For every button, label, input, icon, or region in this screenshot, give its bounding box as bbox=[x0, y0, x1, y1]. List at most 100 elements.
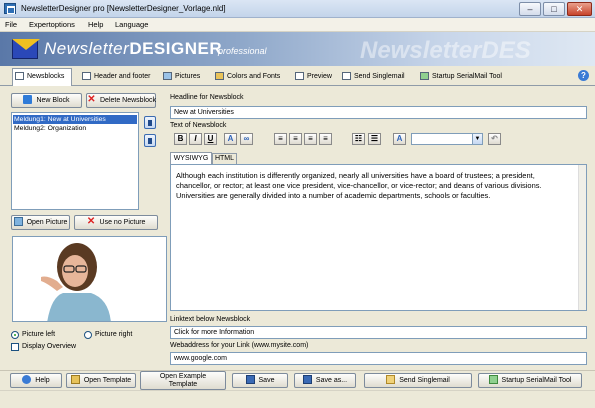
use-no-picture-button[interactable]: ✕ Use no Picture bbox=[74, 215, 158, 230]
plus-icon bbox=[23, 94, 33, 104]
button-label: Open Template bbox=[83, 377, 132, 384]
save-button[interactable]: Save bbox=[232, 373, 288, 388]
justify-icon[interactable]: ≡ bbox=[319, 133, 332, 145]
maximize-button[interactable]: □ bbox=[543, 2, 565, 16]
help-button[interactable]: Help bbox=[10, 373, 62, 388]
headline-input[interactable]: New at Universities bbox=[170, 106, 587, 119]
tab-send-singlemail[interactable]: Send Singlemail bbox=[340, 70, 405, 85]
app-icon bbox=[4, 3, 16, 14]
banner-logo: NewsletterDESIGNER bbox=[44, 39, 222, 59]
tab-label: Send Singlemail bbox=[354, 73, 405, 80]
tab-preview[interactable]: Preview bbox=[293, 70, 332, 85]
tab-wysiwyg[interactable]: WYSIWYG bbox=[170, 152, 212, 164]
open-picture-button[interactable]: Open Picture bbox=[11, 215, 70, 230]
headline-label: Headline for Newsblock bbox=[170, 94, 244, 101]
align-right-icon[interactable]: ≡ bbox=[304, 133, 317, 145]
font-size-icon[interactable]: A bbox=[393, 133, 406, 145]
envelope-logo-icon bbox=[12, 39, 40, 59]
tab-bar: Newsblocks Header and footer Pictures Co… bbox=[0, 66, 595, 86]
title-bar: NewsletterDesigner pro [NewsletterDesign… bbox=[0, 0, 595, 18]
button-label: Startup SerialMail Tool bbox=[501, 377, 572, 384]
minimize-button[interactable]: – bbox=[519, 2, 541, 16]
bullet-list-icon[interactable]: ☰ bbox=[368, 133, 381, 145]
move-up-icon[interactable] bbox=[144, 116, 156, 129]
button-label: Save as... bbox=[315, 377, 348, 384]
picture-right-radio[interactable] bbox=[84, 331, 92, 339]
underline-button[interactable]: U bbox=[204, 133, 217, 145]
folder-icon bbox=[70, 374, 80, 384]
folder-picture-icon bbox=[13, 216, 23, 226]
floppy-icon bbox=[302, 374, 312, 384]
open-template-button[interactable]: Open Template bbox=[66, 373, 136, 388]
serialmail-icon bbox=[420, 72, 429, 81]
newsblock-text-editor[interactable]: Although each institution is differently… bbox=[170, 164, 587, 311]
chevron-down-icon[interactable]: ▼ bbox=[472, 134, 482, 144]
save-as-button[interactable]: Save as... bbox=[294, 373, 356, 388]
delete-x-icon: ✕ bbox=[86, 215, 96, 227]
webaddress-label: Webaddress for your Link (www.mysite.com… bbox=[170, 342, 309, 349]
serialmail-icon bbox=[488, 374, 498, 384]
startup-serialmail-button[interactable]: Startup SerialMail Tool bbox=[478, 373, 582, 388]
send-singlemail-button[interactable]: Send Singlemail bbox=[364, 373, 472, 388]
open-example-template-button[interactable]: Open Example Template bbox=[140, 371, 226, 390]
button-label: Open Picture bbox=[26, 219, 68, 226]
tab-label: Startup SerialMail Tool bbox=[432, 73, 502, 80]
window-title: NewsletterDesigner pro [NewsletterDesign… bbox=[21, 4, 226, 13]
display-overview-label: Display Overview bbox=[22, 343, 77, 350]
newsblock-list[interactable]: Meldung1: New at Universities Meldung2: … bbox=[11, 112, 139, 210]
editor-scrollbar[interactable] bbox=[578, 165, 586, 310]
tab-pictures[interactable]: Pictures bbox=[161, 70, 200, 85]
bold-button[interactable]: B bbox=[174, 133, 187, 145]
italic-button[interactable]: I bbox=[189, 133, 202, 145]
move-down-icon[interactable] bbox=[144, 134, 156, 147]
picture-left-radio[interactable] bbox=[11, 331, 19, 339]
menu-file[interactable]: File bbox=[5, 20, 17, 29]
preview-icon bbox=[295, 72, 304, 81]
delete-newsblock-button[interactable]: ✕ Delete Newsblock bbox=[86, 93, 156, 108]
tab-html[interactable]: HTML bbox=[212, 153, 237, 164]
menu-language[interactable]: Language bbox=[115, 20, 148, 29]
button-label: New Block bbox=[36, 97, 70, 104]
align-center-icon[interactable]: ≡ bbox=[289, 133, 302, 145]
logo-prefix: Newsletter bbox=[44, 39, 130, 58]
picture-right-label: Picture right bbox=[95, 331, 133, 338]
header-icon bbox=[82, 72, 91, 81]
help-question-icon[interactable]: ? bbox=[578, 70, 589, 81]
menu-expertoptions[interactable]: Expertoptions bbox=[29, 20, 75, 29]
new-block-button[interactable]: New Block bbox=[11, 93, 82, 108]
linktext-label: Linktext below Newsblock bbox=[170, 316, 251, 323]
link-icon[interactable]: ∞ bbox=[240, 133, 253, 145]
picture-icon bbox=[163, 72, 172, 81]
list-item[interactable]: Meldung2: Organization bbox=[13, 124, 137, 133]
banner-ghost-text: NewsletterDES bbox=[360, 37, 531, 64]
menu-bar: File Expertoptions Help Language bbox=[0, 18, 595, 32]
button-label: Save bbox=[258, 377, 275, 384]
delete-x-icon: ✕ bbox=[87, 93, 96, 105]
numbered-list-icon[interactable]: ☷ bbox=[352, 133, 365, 145]
help-icon bbox=[22, 374, 32, 384]
webaddress-input[interactable]: www.google.com bbox=[170, 352, 587, 365]
align-left-icon[interactable]: ≡ bbox=[274, 133, 287, 145]
font-color-icon[interactable]: A bbox=[224, 133, 237, 145]
woman-photo-image bbox=[13, 237, 166, 321]
undo-button[interactable]: ↶ bbox=[488, 133, 501, 145]
tab-header-footer[interactable]: Header and footer bbox=[80, 70, 150, 85]
button-label: Send Singlemail bbox=[399, 377, 450, 384]
tab-newsblocks[interactable]: Newsblocks bbox=[12, 68, 72, 86]
banner-edition: professional bbox=[218, 46, 267, 56]
picture-left-label: Picture left bbox=[22, 331, 56, 338]
logo-bold: DESIGNER bbox=[129, 39, 223, 58]
tab-serialmail-tool[interactable]: Startup SerialMail Tool bbox=[418, 70, 502, 85]
editor-text[interactable]: Although each institution is differently… bbox=[176, 171, 572, 201]
tab-label: Colors and Fonts bbox=[227, 73, 281, 80]
display-overview-checkbox[interactable] bbox=[11, 343, 19, 351]
status-bar bbox=[0, 390, 595, 408]
linktext-input[interactable]: Click for more Information bbox=[170, 326, 587, 339]
send-icon bbox=[342, 72, 351, 81]
menu-help[interactable]: Help bbox=[88, 20, 103, 29]
close-button[interactable]: ✕ bbox=[567, 2, 592, 16]
table-icon bbox=[15, 72, 24, 81]
tab-colors-fonts[interactable]: Colors and Fonts bbox=[213, 70, 280, 85]
send-icon bbox=[386, 374, 396, 384]
list-item[interactable]: Meldung1: New at Universities bbox=[13, 115, 137, 124]
